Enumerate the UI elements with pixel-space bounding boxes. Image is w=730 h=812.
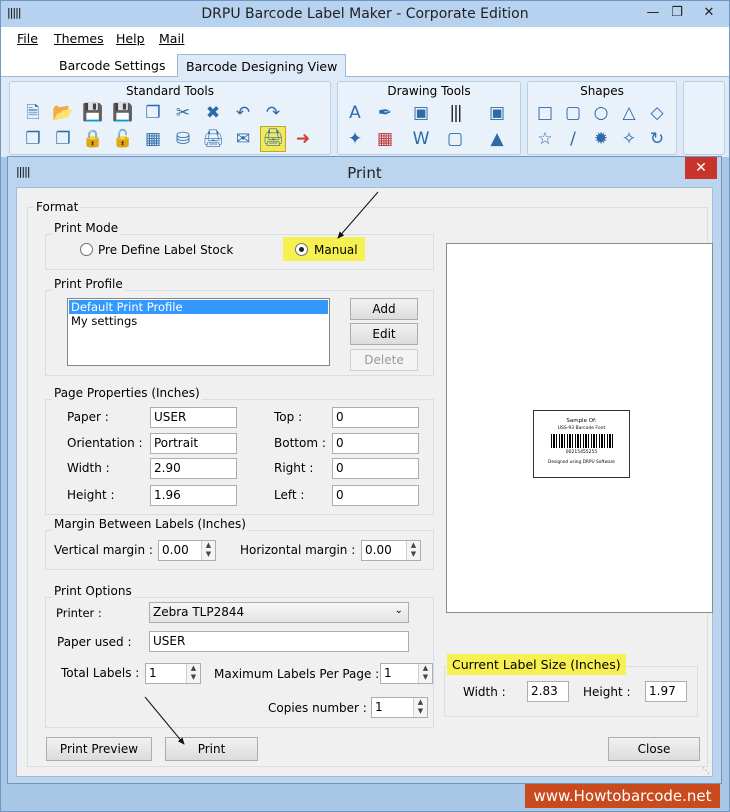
watermark: www.Howtobarcode.net: [525, 784, 720, 808]
arrow-to-print: [144, 696, 185, 745]
arrow-to-manual: [337, 191, 379, 239]
annotation-arrows: [144, 191, 379, 745]
